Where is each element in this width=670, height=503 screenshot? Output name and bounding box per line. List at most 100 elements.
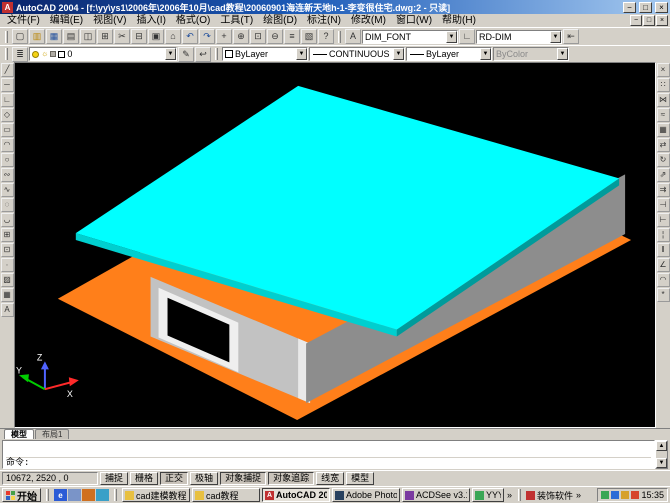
task-cad-modeling-tutorial[interactable]: cad建模教程 bbox=[122, 488, 190, 502]
line-button[interactable]: ╱ bbox=[1, 63, 14, 77]
layer-properties-button[interactable]: ≣ bbox=[12, 47, 28, 62]
zoom-window-button[interactable]: ⊡ bbox=[250, 29, 266, 44]
show-desktop-icon[interactable] bbox=[68, 489, 81, 501]
arc-button[interactable]: ◠ bbox=[1, 138, 14, 152]
status-toggle-polar[interactable]: 极轴 bbox=[190, 472, 218, 485]
dropdown-arrow-icon[interactable]: ▼ bbox=[165, 48, 176, 60]
task-yyy[interactable]: YYY bbox=[472, 488, 504, 502]
menu-tools[interactable]: 工具(T) bbox=[215, 14, 258, 27]
make-block-button[interactable]: ⊡ bbox=[1, 243, 14, 257]
tab-model[interactable]: 模型 bbox=[4, 429, 34, 439]
menu-edit[interactable]: 编辑(E) bbox=[45, 14, 88, 27]
text-style-combo[interactable]: DIM_FONT ▼ bbox=[362, 30, 458, 44]
layer-combo[interactable]: ☼ 0 ▼ bbox=[29, 47, 177, 61]
dropdown-arrow-icon[interactable]: ▼ bbox=[393, 48, 404, 60]
layer-on-icon[interactable] bbox=[32, 51, 39, 58]
menu-format[interactable]: 格式(O) bbox=[171, 14, 215, 27]
save-button[interactable]: ▦ bbox=[46, 29, 62, 44]
plot-preview-button[interactable]: ◫ bbox=[80, 29, 96, 44]
trim-button[interactable]: ⊣ bbox=[657, 198, 670, 212]
taskbar-band-label[interactable]: 装饰软件 bbox=[537, 489, 573, 502]
construction-line-button[interactable]: ─ bbox=[1, 78, 14, 92]
hatch-button[interactable]: ▨ bbox=[1, 273, 14, 287]
coordinate-readout[interactable]: 10672, 2520 , 0 bbox=[2, 472, 98, 485]
menu-insert[interactable]: 插入(I) bbox=[131, 14, 170, 27]
toolbar-grip[interactable] bbox=[5, 48, 8, 60]
redo-button[interactable]: ↷ bbox=[199, 29, 215, 44]
status-toggle-osnap[interactable]: 对象捕捉 bbox=[220, 472, 266, 485]
internet-explorer-icon[interactable]: e bbox=[54, 489, 67, 501]
taskbar-overflow-chevron[interactable]: » bbox=[506, 490, 513, 500]
help-button[interactable]: ? bbox=[318, 29, 334, 44]
properties-button[interactable]: ≡ bbox=[284, 29, 300, 44]
folders-icon[interactable] bbox=[96, 489, 109, 501]
plot-button[interactable]: ▤ bbox=[63, 29, 79, 44]
band-chevron[interactable]: » bbox=[575, 490, 582, 500]
array-button[interactable]: ▦ bbox=[657, 123, 670, 137]
zoom-previous-button[interactable]: ⊖ bbox=[267, 29, 283, 44]
maximize-button[interactable]: □ bbox=[639, 2, 652, 13]
ellipse-button[interactable]: ◌ bbox=[1, 198, 14, 212]
menu-view[interactable]: 视图(V) bbox=[88, 14, 131, 27]
dim-style-combo[interactable]: RD-DIM ▼ bbox=[476, 30, 562, 44]
insert-block-button[interactable]: ⊞ bbox=[1, 228, 14, 242]
layer-previous-button[interactable]: ↩ bbox=[195, 47, 211, 62]
designcenter-button[interactable]: ▧ bbox=[301, 29, 317, 44]
make-object-layer-current-button[interactable]: ✎ bbox=[178, 47, 194, 62]
circle-button[interactable]: ○ bbox=[1, 153, 14, 167]
scroll-up-icon[interactable]: ▲ bbox=[656, 441, 667, 451]
offset-button[interactable]: ≈ bbox=[657, 108, 670, 122]
extend-button[interactable]: ⊢ bbox=[657, 213, 670, 227]
toolbar-grip[interactable] bbox=[338, 31, 341, 43]
status-toggle-model-space[interactable]: 模型 bbox=[346, 472, 374, 485]
dropdown-arrow-icon[interactable]: ▼ bbox=[480, 48, 491, 60]
status-toggle-grid[interactable]: 栅格 bbox=[130, 472, 158, 485]
layer-color-swatch[interactable] bbox=[58, 51, 65, 58]
toolbar-grip[interactable] bbox=[215, 48, 218, 60]
toolbar-grip[interactable] bbox=[5, 31, 8, 43]
rotate-button[interactable]: ↻ bbox=[657, 153, 670, 167]
command-scrollbar[interactable]: ▲ ▼ bbox=[655, 440, 668, 469]
command-text-area[interactable]: 命令: bbox=[2, 440, 655, 469]
drawing-area[interactable]: Z Y X bbox=[14, 62, 656, 428]
break-at-point-button[interactable]: ¦ bbox=[657, 228, 670, 242]
layer-freeze-icon[interactable]: ☼ bbox=[41, 50, 48, 58]
menu-modify[interactable]: 修改(M) bbox=[346, 14, 391, 27]
dropdown-arrow-icon[interactable]: ▼ bbox=[296, 48, 307, 60]
scale-button[interactable]: ⇗ bbox=[657, 168, 670, 182]
status-toggle-ortho[interactable]: 正交 bbox=[160, 472, 188, 485]
task-acdsee[interactable]: ACDSee v3.1... bbox=[402, 488, 470, 502]
task-photoshop[interactable]: Adobe Photo... bbox=[332, 488, 400, 502]
stretch-button[interactable]: ⇉ bbox=[657, 183, 670, 197]
copy-object-button[interactable]: ∷ bbox=[657, 78, 670, 92]
ellipse-arc-button[interactable]: ◡ bbox=[1, 213, 14, 227]
menu-dimension[interactable]: 标注(N) bbox=[302, 14, 346, 27]
undo-button[interactable]: ↶ bbox=[182, 29, 198, 44]
command-prompt[interactable]: 命令: bbox=[6, 457, 651, 467]
doc-minimize-button[interactable]: − bbox=[630, 15, 642, 26]
copy-button[interactable]: ⊟ bbox=[131, 29, 147, 44]
pan-button[interactable]: + bbox=[216, 29, 232, 44]
region-button[interactable]: ▦ bbox=[1, 288, 14, 302]
dropdown-arrow-icon[interactable]: ▼ bbox=[550, 31, 561, 43]
status-toggle-lwt[interactable]: 线宽 bbox=[316, 472, 344, 485]
revision-cloud-button[interactable]: ∾ bbox=[1, 168, 14, 182]
menu-file[interactable]: 文件(F) bbox=[2, 14, 45, 27]
lineweight-combo[interactable]: ByLayer ▼ bbox=[406, 47, 492, 61]
doc-close-button[interactable]: × bbox=[656, 15, 668, 26]
mirror-button[interactable]: ⋈ bbox=[657, 93, 670, 107]
menu-draw[interactable]: 绘图(D) bbox=[258, 14, 302, 27]
menu-window[interactable]: 窗口(W) bbox=[391, 14, 437, 27]
multiline-text-button[interactable]: A bbox=[1, 303, 14, 317]
media-player-icon[interactable] bbox=[82, 489, 95, 501]
status-toggle-otrack[interactable]: 对象追踪 bbox=[268, 472, 314, 485]
doc-restore-button[interactable]: □ bbox=[643, 15, 655, 26]
scroll-down-icon[interactable]: ▼ bbox=[656, 458, 667, 468]
text-style-button[interactable]: A bbox=[345, 29, 361, 44]
paste-button[interactable]: ▣ bbox=[148, 29, 164, 44]
close-button[interactable]: × bbox=[655, 2, 668, 13]
zoom-realtime-button[interactable]: ⊕ bbox=[233, 29, 249, 44]
chamfer-button[interactable]: ∠ bbox=[657, 258, 670, 272]
open-button[interactable]: ▥ bbox=[29, 29, 45, 44]
dropdown-arrow-icon[interactable]: ▼ bbox=[446, 31, 457, 43]
